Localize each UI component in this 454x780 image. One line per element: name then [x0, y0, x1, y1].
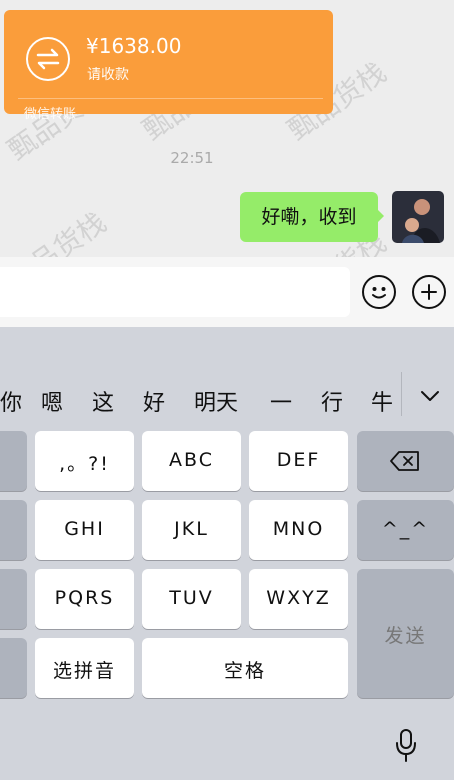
- left-side-key[interactable]: [0, 638, 27, 698]
- candidate-word[interactable]: 嗯: [41, 385, 63, 417]
- candidate-divider: [401, 372, 402, 416]
- candidate-word[interactable]: 一: [270, 385, 292, 417]
- emoticon-key[interactable]: ^_^: [357, 500, 454, 560]
- left-side-key[interactable]: [0, 500, 27, 560]
- transfer-card[interactable]: ¥1638.00 请收款 微信转账: [4, 10, 333, 122]
- jkl-key[interactable]: JKL: [142, 500, 241, 560]
- message-timestamp: 22:51: [170, 149, 214, 167]
- emoji-icon[interactable]: [362, 275, 396, 309]
- mno-key[interactable]: MNO: [249, 500, 348, 560]
- wxyz-key[interactable]: WXYZ: [249, 569, 348, 629]
- microphone-icon[interactable]: [393, 728, 419, 764]
- transfer-footer: 微信转账: [24, 107, 77, 122]
- candidate-word[interactable]: 行: [321, 385, 343, 417]
- pqrs-key[interactable]: PQRS: [35, 569, 134, 629]
- bubble-tail: [376, 208, 384, 224]
- message-input[interactable]: [0, 267, 350, 317]
- space-key[interactable]: 空格: [142, 638, 348, 698]
- divider: [18, 98, 323, 99]
- send-key[interactable]: 发送: [357, 569, 454, 698]
- transfer-amount: ¥1638.00: [86, 34, 182, 58]
- select-pinyin-key[interactable]: 选拼音: [35, 638, 134, 698]
- candidate-word[interactable]: 好: [143, 385, 165, 417]
- avatar[interactable]: [392, 191, 444, 243]
- def-key[interactable]: DEF: [249, 431, 348, 491]
- ghi-key[interactable]: GHI: [35, 500, 134, 560]
- candidate-word[interactable]: 这: [92, 385, 114, 417]
- candidate-word[interactable]: 你: [0, 385, 22, 417]
- left-side-key[interactable]: [0, 569, 27, 629]
- my-message-bubble[interactable]: 好嘞，收到: [240, 192, 378, 242]
- transfer-arrows-icon: [26, 37, 70, 81]
- abc-key[interactable]: ABC: [142, 431, 241, 491]
- punctuation-key[interactable]: ,。?!: [35, 431, 134, 491]
- left-side-key[interactable]: [0, 431, 27, 491]
- candidate-word[interactable]: 明天: [194, 385, 238, 417]
- candidate-word[interactable]: 牛: [371, 385, 393, 417]
- backspace-key[interactable]: [357, 431, 454, 491]
- chevron-down-icon[interactable]: [418, 386, 442, 406]
- backspace-icon: [390, 451, 419, 471]
- tuv-key[interactable]: TUV: [142, 569, 241, 629]
- add-more-icon[interactable]: [412, 275, 446, 309]
- transfer-status: 请收款: [87, 67, 129, 83]
